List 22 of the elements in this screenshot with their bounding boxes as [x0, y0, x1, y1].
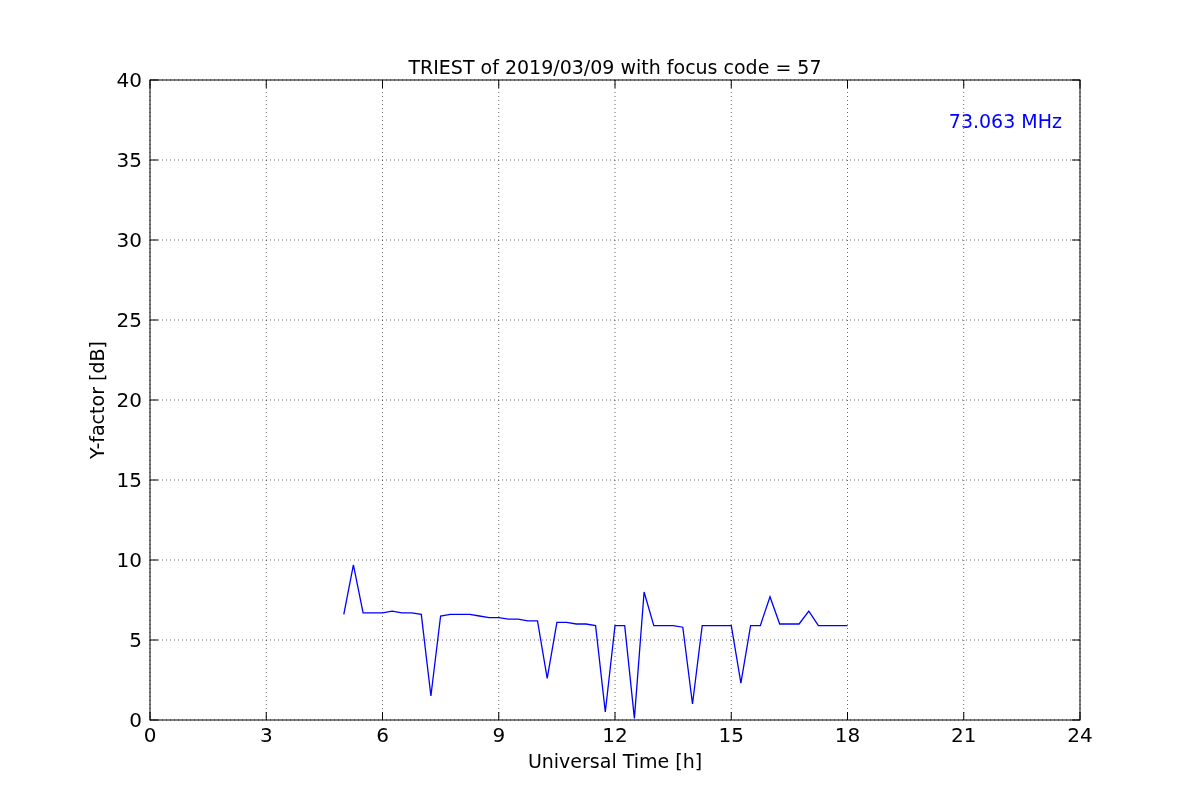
tick-label: 9	[492, 723, 506, 747]
tick-label: 12	[602, 723, 628, 747]
tick-label: 21	[951, 723, 977, 747]
tick-label: 35	[116, 148, 142, 172]
tick-label: 15	[718, 723, 744, 747]
tick-label: 30	[116, 228, 142, 252]
tick-label: 0	[129, 708, 142, 732]
tick-label: 10	[116, 548, 142, 572]
tick-label: 3	[259, 723, 273, 747]
tick-label: 40	[116, 68, 142, 92]
tick-label: 24	[1067, 723, 1093, 747]
tick-label: 18	[834, 723, 861, 747]
tick-label: 20	[116, 388, 142, 412]
tick-label: 0	[143, 723, 157, 747]
tick-label: 6	[376, 723, 389, 747]
y-axis-label: Y-factor [dB]	[86, 341, 108, 459]
chart-title: TRIEST of 2019/03/09 with focus code = 57	[408, 56, 822, 78]
series-label: 73.063 MHz	[948, 110, 1062, 132]
tick-label: 5	[129, 628, 142, 652]
tick-label: 15	[116, 468, 142, 492]
tick-label: 25	[116, 308, 142, 332]
x-axis-label: Universal Time [h]	[527, 750, 703, 772]
